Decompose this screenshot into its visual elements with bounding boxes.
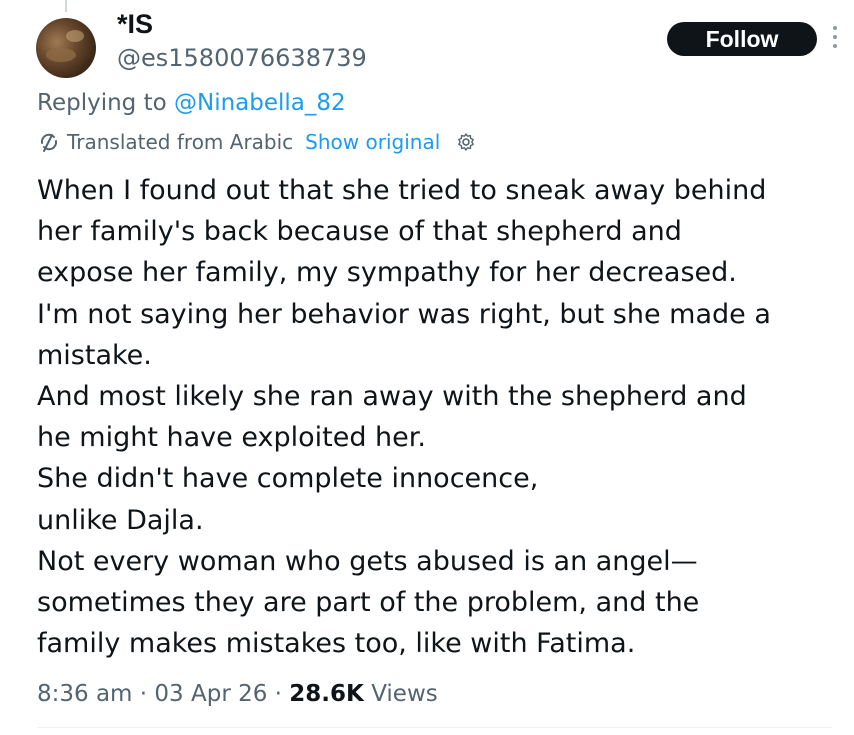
settings-icon[interactable] <box>456 132 476 152</box>
tweet-line: She didn't have complete innocence, <box>37 463 539 495</box>
tweet-metadata: 8:36 am · 03 Apr 26 · 28.6K Views <box>37 678 438 710</box>
more-dot <box>833 26 837 30</box>
replying-to-prefix: Replying to <box>37 90 174 116</box>
meta-separator: · <box>139 681 148 707</box>
tweet-line: family makes mistakes too, like with Fat… <box>37 628 636 660</box>
translate-icon <box>37 130 61 154</box>
more-options-icon[interactable] <box>832 26 838 56</box>
divider <box>37 727 832 728</box>
author-handle[interactable]: @es1580076638739 <box>117 43 367 73</box>
translation-bar: Translated from Arabic Show original <box>37 128 476 156</box>
tweet-line: mistake. <box>37 339 152 371</box>
tweet-line: And most likely she ran away with the sh… <box>37 381 747 413</box>
more-dot <box>833 44 837 48</box>
tweet-line: her family's back because of that shephe… <box>37 216 682 248</box>
tweet-time[interactable]: 8:36 am <box>37 681 132 707</box>
translated-from-label: Translated from Arabic <box>67 130 294 154</box>
tweet-line: Not every woman who gets abused is an an… <box>37 545 698 577</box>
more-dot <box>833 35 837 39</box>
views-count[interactable]: 28.6K <box>289 681 364 707</box>
thread-connector-line <box>65 0 67 12</box>
tweet-line: sometimes they are part of the problem, … <box>37 587 700 619</box>
tweet-line: I'm not saying her behavior was right, b… <box>37 298 771 330</box>
views-label: Views <box>371 681 438 707</box>
tweet-date[interactable]: 03 Apr 26 <box>154 681 267 707</box>
tweet-line: expose her family, my sympathy for her d… <box>37 257 737 289</box>
tweet-text: When I found out that she tried to sneak… <box>37 170 837 664</box>
tweet-line: unlike Dajla. <box>37 504 204 536</box>
replying-to: Replying to @Ninabella_82 <box>37 88 346 118</box>
tweet-line: he might have exploited her. <box>37 422 426 454</box>
avatar[interactable] <box>36 18 96 78</box>
author-display-name[interactable]: *IS <box>117 8 153 40</box>
show-original-link[interactable]: Show original <box>305 130 440 154</box>
meta-separator: · <box>274 681 282 707</box>
follow-button[interactable]: Follow <box>667 22 817 56</box>
avatar-image-highlight <box>66 30 84 42</box>
avatar-image-detail <box>46 48 76 62</box>
reply-mention-link[interactable]: @Ninabella_82 <box>174 90 346 116</box>
tweet-line: When I found out that she tried to sneak… <box>37 175 767 206</box>
